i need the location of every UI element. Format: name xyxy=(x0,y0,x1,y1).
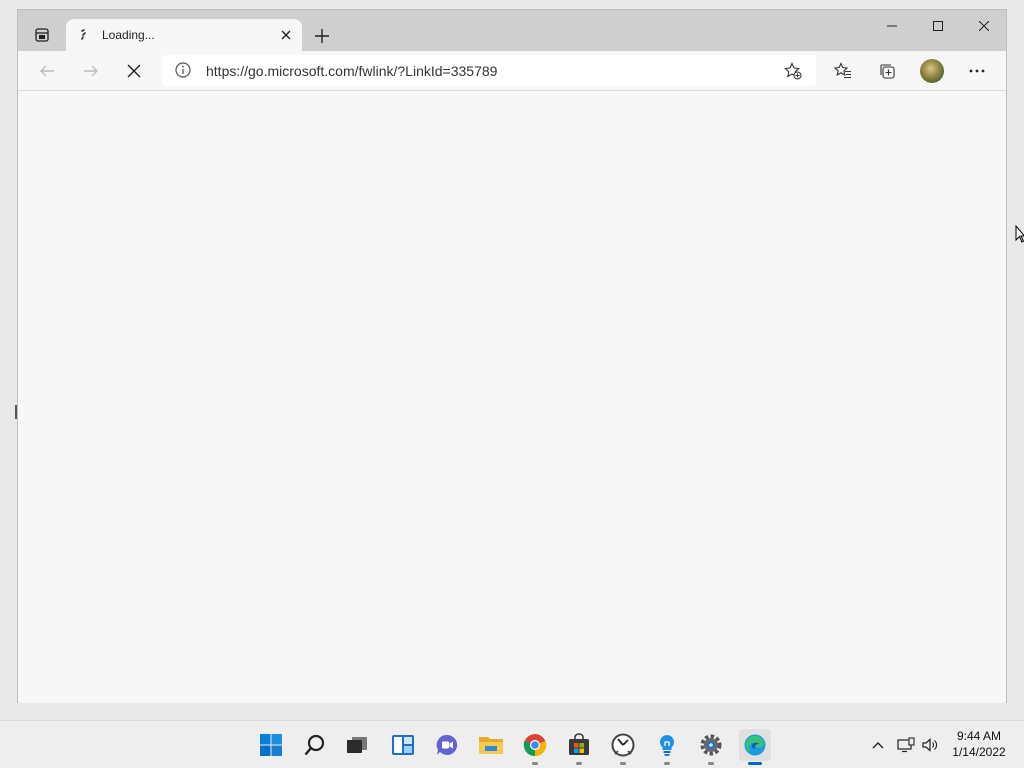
plus-icon xyxy=(315,29,329,43)
teams-chat-button[interactable] xyxy=(431,729,463,761)
tips-button[interactable] xyxy=(651,729,683,765)
add-favorite-icon[interactable] xyxy=(783,61,803,81)
clock-time: 9:44 AM xyxy=(956,729,1002,743)
minimize-icon xyxy=(887,25,897,27)
active-app-indicator xyxy=(748,762,762,765)
teams-chat-icon xyxy=(436,734,458,755)
tab-actions-button[interactable] xyxy=(25,18,59,52)
tab-actions-icon xyxy=(35,28,49,42)
settings-icon xyxy=(700,734,722,756)
network-status-button[interactable] xyxy=(895,733,917,757)
store-icon xyxy=(569,733,589,755)
taskbar: 9:44 AM 1/14/2022 xyxy=(0,720,1024,768)
windows-start-icon xyxy=(260,734,282,756)
stop-loading-icon xyxy=(127,64,141,78)
widgets-button[interactable] xyxy=(387,729,419,761)
clock-app-icon xyxy=(611,733,635,757)
chrome-button[interactable] xyxy=(519,729,551,765)
running-indicator xyxy=(664,762,670,765)
chevron-up-icon xyxy=(872,742,884,749)
forward-button[interactable] xyxy=(77,57,105,85)
network-icon xyxy=(897,737,915,753)
file-explorer-icon xyxy=(479,737,503,754)
close-window-button[interactable] xyxy=(961,10,1007,42)
more-button[interactable] xyxy=(963,57,991,85)
system-clock[interactable]: 9:44 AM 1/14/2022 xyxy=(945,728,1013,760)
favorites-icon xyxy=(834,62,851,79)
start-button[interactable] xyxy=(255,729,287,761)
search-icon xyxy=(304,734,325,756)
tips-icon xyxy=(659,734,675,756)
back-arrow-icon xyxy=(40,65,54,77)
more-icon xyxy=(969,69,985,73)
chrome-icon xyxy=(523,734,547,757)
profile-button[interactable] xyxy=(918,57,946,85)
profile-avatar xyxy=(920,59,944,83)
mouse-cursor-icon xyxy=(1015,224,1024,243)
window-resize-edge[interactable] xyxy=(15,405,17,419)
favorites-button[interactable] xyxy=(829,57,857,85)
close-icon xyxy=(979,21,989,31)
close-tab-icon[interactable] xyxy=(276,25,296,45)
edge-icon xyxy=(744,734,766,756)
loading-spinner-icon xyxy=(76,27,92,43)
store-button[interactable] xyxy=(563,729,595,765)
running-indicator xyxy=(576,762,582,765)
address-bar[interactable]: https://go.microsoft.com/fwlink/?LinkId=… xyxy=(162,55,816,86)
edge-button[interactable] xyxy=(739,729,771,765)
running-indicator xyxy=(532,762,538,765)
tab-title: Loading... xyxy=(102,28,155,42)
new-tab-button[interactable] xyxy=(310,24,334,48)
maximize-button[interactable] xyxy=(915,10,961,42)
browser-toolbar: https://go.microsoft.com/fwlink/?LinkId=… xyxy=(18,51,1006,91)
widgets-icon xyxy=(392,735,414,755)
clock-date: 1/14/2022 xyxy=(952,745,1006,759)
volume-button[interactable] xyxy=(919,733,941,757)
taskbar-search-button[interactable] xyxy=(299,729,331,761)
page-content[interactable] xyxy=(18,91,1006,703)
browser-window: Loading... https://go.microsoft.com/fwli… xyxy=(17,9,1007,703)
volume-icon xyxy=(922,738,937,752)
stop-loading-button[interactable] xyxy=(120,57,148,85)
running-indicator xyxy=(620,762,626,765)
task-view-icon xyxy=(347,737,367,753)
tab-strip: Loading... xyxy=(18,10,1006,51)
clock-app-button[interactable] xyxy=(607,729,639,765)
running-indicator xyxy=(708,762,714,765)
maximize-icon xyxy=(933,21,943,31)
tab-loading[interactable]: Loading... xyxy=(66,19,302,51)
address-url[interactable]: https://go.microsoft.com/fwlink/?LinkId=… xyxy=(206,63,497,79)
settings-button[interactable] xyxy=(695,729,727,765)
site-info-icon[interactable] xyxy=(174,61,192,79)
forward-arrow-icon xyxy=(84,65,98,77)
file-explorer-button[interactable] xyxy=(475,729,507,761)
show-hidden-icons-button[interactable] xyxy=(868,733,888,757)
task-view-button[interactable] xyxy=(341,729,373,761)
minimize-button[interactable] xyxy=(869,10,915,42)
collections-button[interactable] xyxy=(873,57,901,85)
collections-icon xyxy=(880,64,895,79)
back-button[interactable] xyxy=(33,57,61,85)
